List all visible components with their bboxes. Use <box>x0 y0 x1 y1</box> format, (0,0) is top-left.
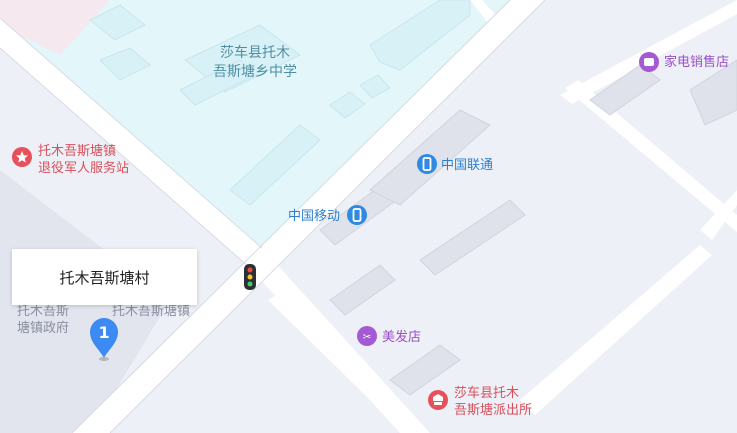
location-callout[interactable]: 托木吾斯塘村 <box>12 249 197 305</box>
hair-salon-label[interactable]: 美发店 <box>382 329 421 346</box>
police-station-label[interactable]: 莎车县托木 吾斯塘派出所 <box>454 385 532 419</box>
appliance-store-icon[interactable] <box>639 52 659 72</box>
veteran-station-label[interactable]: 托木吾斯塘镇 退役军人服务站 <box>38 143 129 177</box>
police-station-icon[interactable] <box>428 390 448 410</box>
hair-salon-icon[interactable]: ✂ <box>357 326 377 346</box>
government-line1: 托木吾斯 <box>17 304 70 319</box>
china-mobile-label[interactable]: 中国移动 <box>288 208 340 225</box>
government-line2: 塘镇政府 <box>17 321 70 336</box>
traffic-light-icon <box>244 264 256 290</box>
marker-number: 1 <box>98 323 109 342</box>
police-station-line1: 莎车县托木 <box>454 386 520 401</box>
government-label[interactable]: 托木吾斯 塘镇政府 <box>17 303 69 337</box>
police-station-line2: 吾斯塘派出所 <box>454 403 533 418</box>
callout-title: 托木吾斯塘村 <box>59 268 150 287</box>
veteran-station-icon[interactable] <box>12 147 32 167</box>
veteran-station-line2: 退役军人服务站 <box>38 161 130 176</box>
map-canvas[interactable]: ✂ 1 <box>0 0 737 433</box>
school-label-line1: 莎车县托木 <box>220 45 290 61</box>
appliance-store-label[interactable]: 家电销售店 <box>664 54 729 71</box>
government-partial-label: 托木吾斯塘镇 <box>112 304 191 319</box>
school-label[interactable]: 莎车县托木 吾斯塘乡中学 <box>213 44 297 82</box>
school-label-line2: 吾斯塘乡中学 <box>213 64 297 80</box>
veteran-station-line1: 托木吾斯塘镇 <box>38 144 117 159</box>
svg-text:✂: ✂ <box>363 332 371 343</box>
china-unicom-icon[interactable] <box>417 154 437 174</box>
china-unicom-label[interactable]: 中国联通 <box>441 157 493 174</box>
china-mobile-icon[interactable] <box>347 205 367 225</box>
